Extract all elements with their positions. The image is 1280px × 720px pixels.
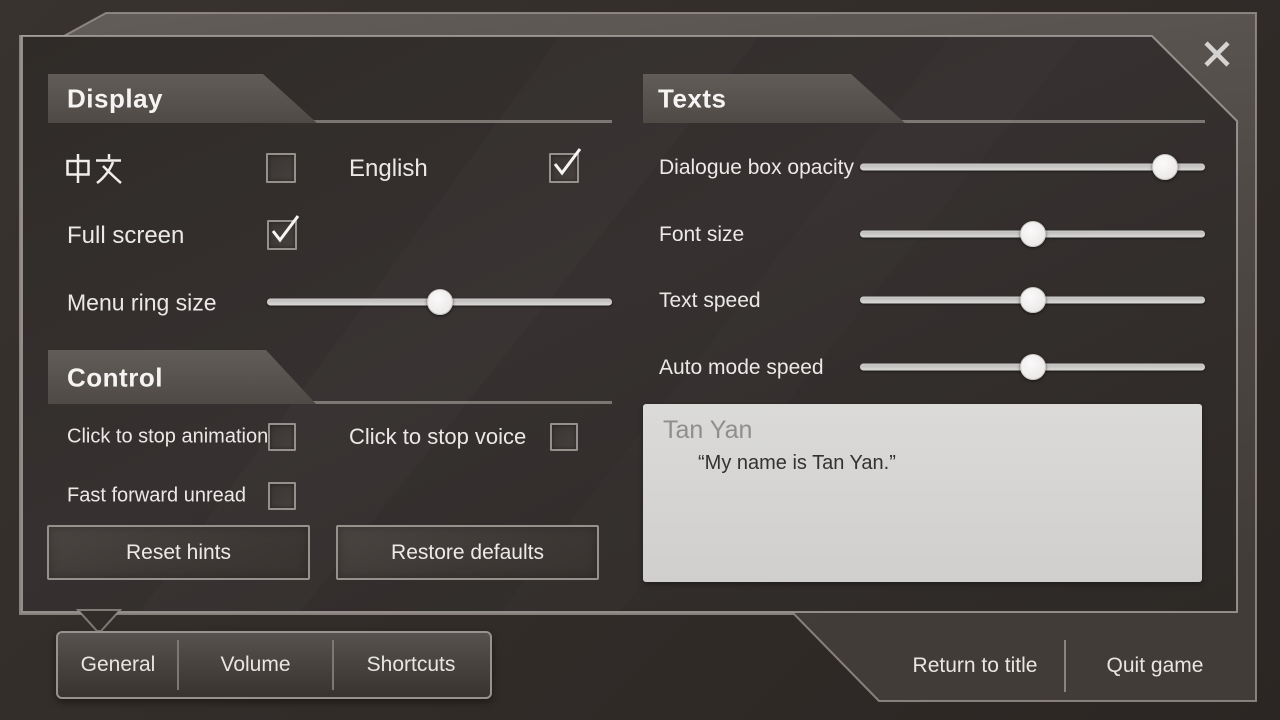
tab-shortcuts[interactable]: Shortcuts bbox=[334, 633, 488, 697]
full-screen-label: Full screen bbox=[67, 222, 184, 250]
quit-game-button[interactable]: Quit game bbox=[1075, 640, 1235, 692]
slider-thumb[interactable] bbox=[1020, 354, 1046, 380]
full-screen-checkbox[interactable] bbox=[267, 220, 297, 250]
tab-volume[interactable]: Volume bbox=[179, 633, 332, 697]
click-stop-animation-checkbox[interactable] bbox=[268, 423, 296, 451]
click-stop-voice-checkbox[interactable] bbox=[550, 423, 578, 451]
return-to-title-button[interactable]: Return to title bbox=[895, 640, 1055, 692]
menu-ring-size-slider[interactable] bbox=[267, 289, 612, 315]
settings-tab-bar: General Volume Shortcuts bbox=[56, 631, 492, 699]
english-checkbox[interactable] bbox=[549, 153, 579, 183]
text-speed-label: Text speed bbox=[659, 289, 761, 313]
settings-screen: { "window": { "close_icon": "close-x" },… bbox=[0, 0, 1280, 720]
dialogue-box-opacity-slider[interactable] bbox=[860, 154, 1205, 180]
dialogue-preview-box: Tan Yan “My name is Tan Yan.” bbox=[643, 404, 1202, 582]
control-section-title: Control bbox=[67, 363, 163, 394]
slider-thumb[interactable] bbox=[427, 289, 453, 315]
click-stop-animation-label: Click to stop animation bbox=[67, 426, 268, 449]
language-english-label: English bbox=[349, 155, 428, 183]
auto-mode-speed-label: Auto mode speed bbox=[659, 356, 824, 380]
close-button[interactable] bbox=[1200, 37, 1234, 71]
preview-dialogue-text: “My name is Tan Yan.” bbox=[698, 452, 896, 475]
font-size-slider[interactable] bbox=[860, 221, 1205, 247]
auto-mode-speed-slider[interactable] bbox=[860, 354, 1205, 380]
slider-thumb[interactable] bbox=[1020, 221, 1046, 247]
chinese-glyphs bbox=[66, 153, 122, 184]
slider-thumb[interactable] bbox=[1152, 154, 1178, 180]
language-chinese-label: 中文 bbox=[66, 153, 122, 184]
slider-thumb[interactable] bbox=[1020, 287, 1046, 313]
font-size-label: Font size bbox=[659, 223, 744, 247]
dialogue-box-opacity-label: Dialogue box opacity bbox=[659, 156, 854, 180]
tab-general[interactable]: General bbox=[58, 633, 178, 697]
display-section-title: Display bbox=[67, 84, 163, 115]
fast-forward-unread-checkbox[interactable] bbox=[268, 482, 296, 510]
preview-speaker-name: Tan Yan bbox=[663, 416, 752, 445]
panel-tail bbox=[78, 610, 120, 631]
menu-ring-size-label: Menu ring size bbox=[67, 290, 217, 317]
close-icon bbox=[1200, 37, 1234, 71]
chinese-checkbox[interactable] bbox=[266, 153, 296, 183]
fast-forward-unread-label: Fast forward unread bbox=[67, 485, 246, 508]
restore-defaults-button[interactable]: Restore defaults bbox=[336, 525, 599, 580]
system-buttons-divider bbox=[1064, 640, 1066, 692]
reset-hints-button[interactable]: Reset hints bbox=[47, 525, 310, 580]
text-speed-slider[interactable] bbox=[860, 287, 1205, 313]
texts-section-title: Texts bbox=[658, 84, 727, 115]
click-stop-voice-label: Click to stop voice bbox=[349, 424, 526, 450]
